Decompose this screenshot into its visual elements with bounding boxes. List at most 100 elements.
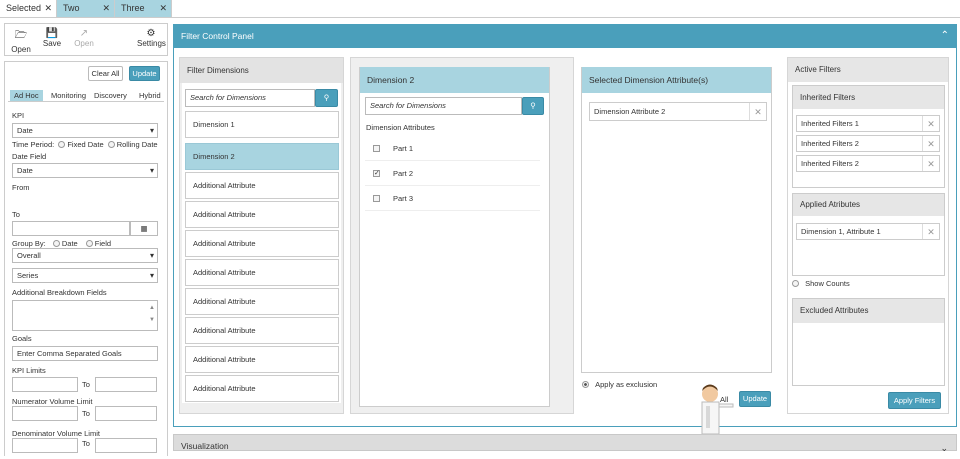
dimension-item[interactable]: Additional Attribute xyxy=(185,317,339,344)
mode-tab-hybrid[interactable]: Hybrid xyxy=(139,91,161,100)
series-select[interactable]: Series xyxy=(12,268,158,283)
open-button[interactable]: 🗁 Open xyxy=(9,28,33,54)
part-label: Part 2 xyxy=(393,169,414,178)
group-by-label: Group By: xyxy=(12,239,46,248)
filter-control-panel-header[interactable]: Filter Control Panel ⌃ xyxy=(173,24,957,48)
close-icon[interactable]: ✕ xyxy=(159,0,167,17)
panel-title: Filter Control Panel xyxy=(181,31,254,41)
dimension-item[interactable]: Additional Attribute xyxy=(185,375,339,402)
visualization-header[interactable]: Visualization ⌄ xyxy=(173,434,957,453)
breakdown-label: Additional Breakdown Fields xyxy=(12,288,107,297)
inherited-filter-label: Inherited Filters 2 xyxy=(801,139,859,148)
denominator-label: Denominator Volume Limit xyxy=(12,429,100,438)
dimension-item-label: Additional Attribute xyxy=(193,297,256,306)
part-checkbox[interactable] xyxy=(373,145,380,152)
date-field-label: Date Field xyxy=(12,152,47,161)
dimension-search-input[interactable]: Search for Dimensions xyxy=(185,89,315,107)
inherited-filter-label: Inherited Filters 2 xyxy=(801,159,859,168)
group-date-radio[interactable] xyxy=(52,240,60,247)
apply-exclusion-radio[interactable] xyxy=(582,381,589,388)
dimension-item[interactable]: Additional Attribute xyxy=(185,201,339,228)
active-filters-title-text: Active Filters xyxy=(795,65,841,74)
tab-three[interactable]: Three ✕ xyxy=(115,0,172,17)
show-counts-row: Show Counts xyxy=(792,279,850,288)
to-date-input[interactable] xyxy=(12,221,130,236)
open-shared-button[interactable]: ↗ Open xyxy=(71,28,97,48)
dimension-item[interactable]: Additional Attribute xyxy=(185,172,339,199)
date-field-select[interactable]: Date xyxy=(12,163,158,178)
part-checkbox[interactable]: ✓ xyxy=(373,170,380,177)
goals-placeholder: Enter Comma Separated Goals xyxy=(17,349,122,358)
dimension-item-label: Additional Attribute xyxy=(193,239,256,248)
part-row[interactable]: ✓ Part 2 xyxy=(365,161,540,186)
chevron-up-icon[interactable]: ⌃ xyxy=(941,24,949,48)
mode-tab-adhoc[interactable]: Ad Hoc xyxy=(10,90,43,101)
mode-tabs-border xyxy=(8,101,164,102)
selected-attributes-title-text: Selected Dimension Attribute(s) xyxy=(589,75,709,85)
part-row[interactable]: Part 3 xyxy=(365,186,540,211)
close-icon[interactable]: ✕ xyxy=(922,224,939,239)
group-date-label: Date xyxy=(61,239,78,248)
calendar-button[interactable]: ▦ xyxy=(130,221,158,236)
tab-label: Selected xyxy=(6,3,42,13)
visualization-title: Visualization xyxy=(181,441,229,451)
fixed-date-radio[interactable] xyxy=(58,141,66,148)
kpi-max-input[interactable] xyxy=(95,377,157,392)
update-selection-button[interactable]: Update xyxy=(739,391,771,407)
settings-button[interactable]: ⚙ Settings xyxy=(137,28,166,48)
update-button[interactable]: Update xyxy=(129,66,160,81)
close-icon[interactable]: ✕ xyxy=(922,136,939,151)
applied-attribute-chip: Dimension 1, Attribute 1 ✕ xyxy=(796,223,940,240)
part-label: Part 3 xyxy=(393,194,414,203)
dimension-item[interactable]: Additional Attribute xyxy=(185,346,339,373)
mode-tab-monitoring[interactable]: Monitoring xyxy=(51,91,86,100)
chevron-down-icon[interactable]: ⌄ xyxy=(940,437,948,459)
show-counts-radio[interactable] xyxy=(792,280,799,287)
toolbar: 🗁 Open 💾 Save ↗ Open ⚙ Settings xyxy=(4,23,168,56)
tab-selected[interactable]: Selected ✕ xyxy=(0,0,57,17)
date-field-value: Date xyxy=(17,166,33,175)
dimension-item[interactable]: Additional Attribute xyxy=(185,259,339,286)
kpi-label: KPI xyxy=(12,111,25,120)
dimension-item-selected[interactable]: Dimension 2 xyxy=(185,143,339,170)
overall-select[interactable]: Overall xyxy=(12,248,158,263)
num-min-input[interactable] xyxy=(12,406,78,421)
gear-icon: ⚙ xyxy=(146,28,156,39)
calendar-icon: ▦ xyxy=(140,224,148,233)
dimension-item-label: Additional Attribute xyxy=(193,210,256,219)
goals-input[interactable]: Enter Comma Separated Goals xyxy=(12,346,158,361)
close-icon[interactable]: ✕ xyxy=(102,0,110,17)
mode-tab-discovery[interactable]: Discovery xyxy=(94,91,127,100)
clear-all-button[interactable]: Clear All xyxy=(88,66,123,81)
dimension-search-button[interactable]: ⚲ xyxy=(315,89,338,107)
close-icon[interactable]: ✕ xyxy=(922,116,939,131)
dimension-item[interactable]: Additional Attribute xyxy=(185,288,339,315)
close-icon[interactable]: ✕ xyxy=(749,103,766,120)
dimension-item[interactable]: Additional Attribute xyxy=(185,230,339,257)
fixed-date-label: Fixed Date xyxy=(67,140,104,149)
selected-attribute-chip: Dimension Attribute 2 ✕ xyxy=(589,102,767,121)
attribute-search-button[interactable]: ⚲ xyxy=(522,97,544,115)
save-button[interactable]: 💾 Save xyxy=(41,28,63,48)
num-max-input[interactable] xyxy=(95,406,157,421)
dimension-item[interactable]: Dimension 1 xyxy=(185,111,339,138)
part-row[interactable]: Part 1 xyxy=(365,136,540,161)
group-field-radio[interactable] xyxy=(85,240,93,247)
inherited-filter-chip: Inherited Filters 1 ✕ xyxy=(796,115,940,132)
kpi-select[interactable]: Date xyxy=(12,123,158,138)
close-icon[interactable]: ✕ xyxy=(44,0,52,17)
apply-filters-button[interactable]: Apply Filters xyxy=(888,392,941,409)
close-icon[interactable]: ✕ xyxy=(922,156,939,171)
tab-two[interactable]: Two ✕ xyxy=(57,0,115,17)
apply-exclusion-label: Apply as exclusion xyxy=(595,380,658,389)
breakdown-textarea[interactable]: ▲ ▼ xyxy=(12,300,158,331)
part-checkbox[interactable] xyxy=(373,195,380,202)
rolling-date-radio[interactable] xyxy=(107,141,115,148)
kpi-min-input[interactable] xyxy=(12,377,78,392)
applied-attributes-title-text: Applied Atributes xyxy=(800,200,861,209)
dimension2-title-text: Dimension 2 xyxy=(367,75,415,85)
selected-attribute-label: Dimension Attribute 2 xyxy=(594,107,666,116)
attribute-search-input[interactable]: Search for Dimensions xyxy=(365,97,522,115)
show-counts-label: Show Counts xyxy=(805,279,850,288)
time-period-label: Time Period: xyxy=(12,140,55,149)
